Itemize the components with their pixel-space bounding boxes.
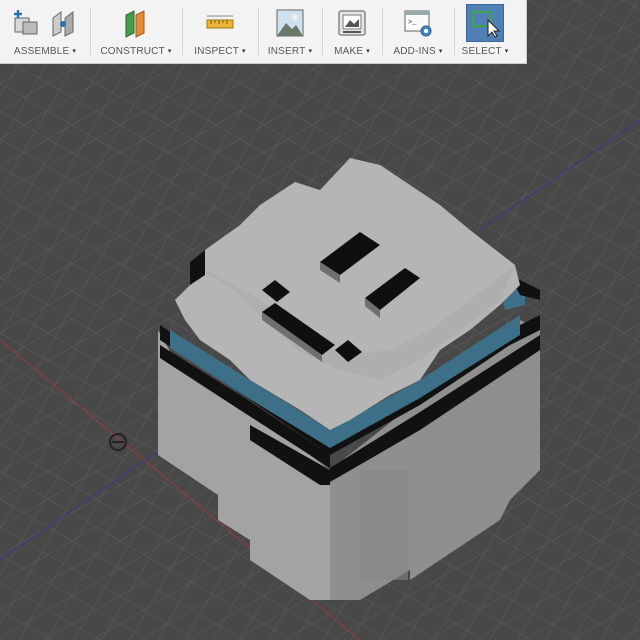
scripts-addins-icon[interactable]: >_ — [402, 7, 434, 39]
insert-label-text: INSERT — [267, 46, 306, 57]
caret-down-icon: ▾ — [438, 48, 443, 55]
caret-down-icon: ▾ — [167, 48, 172, 55]
assemble-label[interactable]: ASSEMBLE ▾ — [14, 46, 76, 58]
insert-image-icon[interactable] — [274, 7, 306, 39]
toolbar-group-inspect[interactable]: INSPECT ▾ — [182, 0, 258, 63]
insert-label[interactable]: INSERT ▾ — [268, 46, 312, 58]
3d-viewport[interactable] — [0, 0, 640, 640]
caret-down-icon: ▾ — [366, 48, 370, 55]
measure-icon[interactable] — [204, 8, 236, 38]
offset-plane-icon[interactable] — [120, 7, 152, 39]
toolbar-group-make[interactable]: MAKE ▾ — [322, 0, 382, 63]
inspect-label-text: INSPECT — [194, 46, 240, 57]
construct-label-text: CONSTRUCT — [100, 46, 165, 57]
toolbar-group-construct[interactable]: CONSTRUCT ▾ — [90, 0, 182, 63]
select-label-text: SELECT — [461, 46, 502, 57]
toolbar: ASSEMBLE ▾ CONSTRUCT ▾ INSPECT ▾ INSERT … — [0, 0, 527, 64]
inspect-label[interactable]: INSPECT ▾ — [194, 46, 245, 58]
svg-text:>_: >_ — [408, 19, 417, 27]
addins-label-text: ADD-INS — [393, 46, 436, 57]
make-label-text: MAKE — [334, 46, 364, 57]
window-select-button[interactable] — [466, 4, 504, 42]
caret-down-icon: ▾ — [504, 48, 509, 55]
caret-down-icon: ▾ — [308, 48, 313, 55]
toolbar-group-select[interactable]: SELECT ▾ — [454, 0, 516, 63]
toolbar-group-assemble[interactable]: ASSEMBLE ▾ — [0, 0, 90, 63]
window-select-icon — [472, 11, 500, 38]
toolbar-group-addins[interactable]: >_ ADD-INS ▾ — [382, 0, 454, 63]
assemble-new-component-icon[interactable] — [11, 8, 41, 38]
model-right-shade — [360, 470, 408, 580]
assemble-label-text: ASSEMBLE — [13, 46, 70, 57]
caret-down-icon: ▾ — [72, 48, 77, 55]
make-label[interactable]: MAKE ▾ — [334, 46, 370, 58]
caret-down-icon: ▾ — [242, 48, 246, 55]
addins-label[interactable]: ADD-INS ▾ — [393, 46, 442, 58]
toolbar-group-insert[interactable]: INSERT ▾ — [258, 0, 322, 63]
3d-print-icon[interactable] — [336, 7, 368, 39]
select-label[interactable]: SELECT ▾ — [462, 46, 509, 58]
joint-icon[interactable] — [49, 8, 79, 38]
construct-label[interactable]: CONSTRUCT ▾ — [100, 46, 171, 58]
